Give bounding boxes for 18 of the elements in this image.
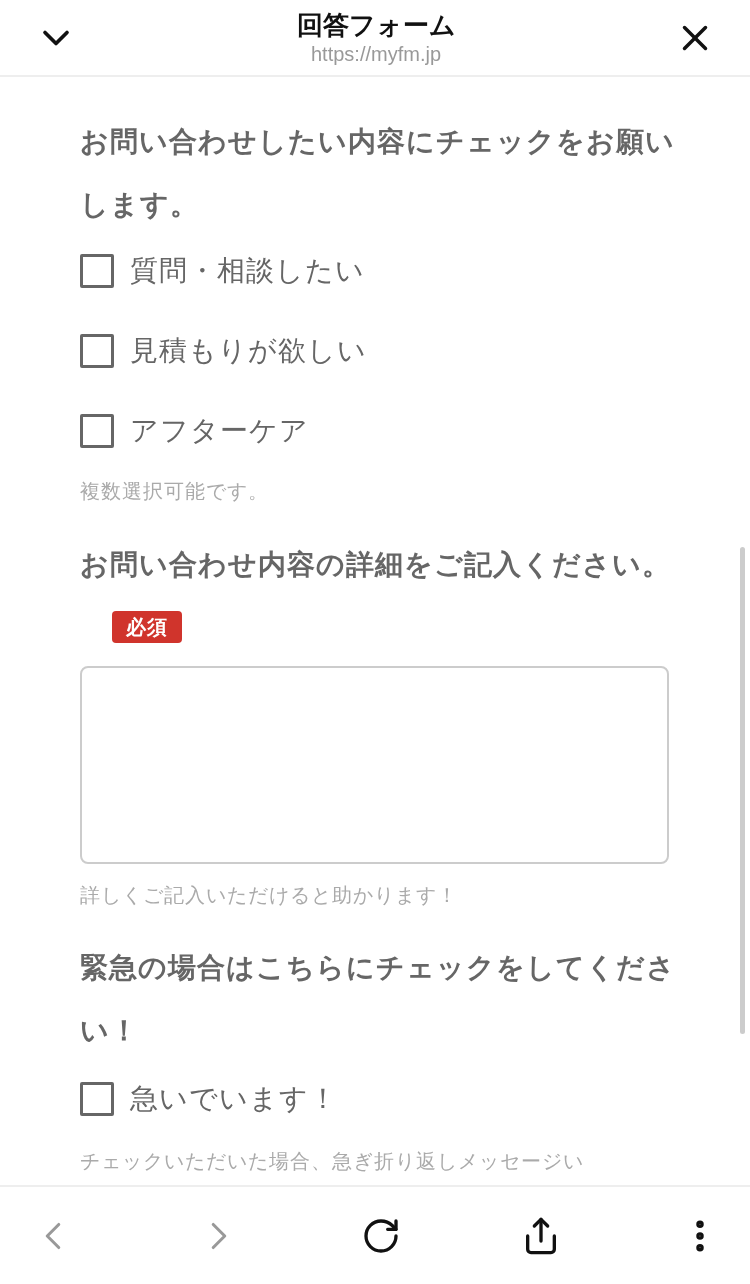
option-label[interactable]: 急いでいます！ — [130, 1078, 338, 1120]
checkbox[interactable] — [80, 414, 114, 448]
page-url: https://myfm.jp — [311, 41, 441, 67]
checkbox[interactable] — [80, 334, 114, 368]
hint-text: チェックいただいた場合、急ぎ折り返しメッセージい — [80, 1149, 585, 1174]
checkbox[interactable] — [80, 1082, 114, 1116]
scrollbar[interactable] — [740, 547, 745, 1034]
window-title: 回答フォーム — [296, 8, 456, 41]
question-title: お問い合わせ内容の詳細をご記入ください。 必須 — [80, 533, 680, 659]
question-title: 緊急の場合はこちらにチェックをしてください！ — [80, 951, 677, 1048]
option-label[interactable]: 質問・相談したい — [130, 250, 365, 292]
option-label[interactable]: 見積もりが欲しい — [130, 330, 367, 372]
option-label[interactable]: アフターケア — [130, 410, 309, 452]
hint-text: 詳しくご記入いただけると助かります！ — [80, 883, 459, 908]
checkbox[interactable] — [80, 254, 114, 288]
required-badge: 必須 — [112, 611, 182, 643]
question-title: お問い合わせしたい内容にチェックをお願いします。 — [80, 125, 676, 222]
hint-text: 複数選択可能です。 — [80, 479, 270, 504]
